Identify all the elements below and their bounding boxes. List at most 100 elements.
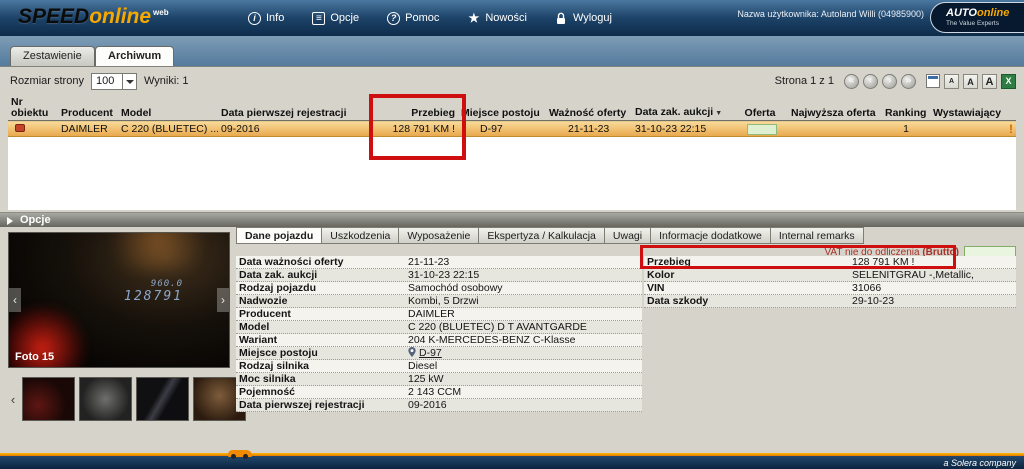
font-size-medium-button[interactable]: A (963, 74, 978, 89)
photo-prev-button[interactable]: ‹ (9, 288, 21, 312)
font-size-large-button[interactable]: A (982, 74, 997, 89)
detail-row-vin: VIN31066 (644, 282, 1016, 295)
tab-zestawienie[interactable]: Zestawienie (10, 46, 95, 66)
photo-thumbnail-1[interactable] (22, 377, 75, 421)
photo-thumbnail-2[interactable] (79, 377, 132, 421)
detail-row-nadwozie: NadwozieKombi, 5 Drzwi (236, 295, 642, 308)
detail-row-wariant: Wariant204 K-MERCEDES-BENZ C-Klasse (236, 334, 642, 347)
table-header-row: Nr obiektu Producent Model Data pierwsze… (8, 97, 1016, 121)
col-header-miejsce-postoju[interactable]: Miejsce postoju (458, 108, 546, 119)
nav-wyloguj[interactable]: Wyloguj (555, 12, 612, 25)
details-left-column: Data ważności oferty21-11-23 Data zak. a… (236, 256, 642, 412)
cell-nr-obiektu (8, 123, 58, 135)
cell-data-zak-aukcji: 31-10-23 22:15 (632, 123, 732, 135)
username-label: Nazwa użytkownika: Autoland Willi (04985… (737, 9, 924, 19)
detail-tabs: Dane pojazdu Uszkodzenia Wyposażenie Eks… (236, 227, 864, 244)
detail-row-producent: ProducentDAIMLER (236, 308, 642, 321)
font-size-small-button[interactable]: A (944, 74, 959, 89)
page-size-select[interactable]: 100 (91, 73, 137, 90)
tab-ekspertyza-kalkulacja[interactable]: Ekspertyza / Kalkulacja (479, 227, 605, 244)
object-type-icon (15, 124, 25, 132)
odometer-bottom: 128791 (97, 289, 183, 304)
col-header-najwyzsza-oferta[interactable]: Najwyższa oferta (788, 108, 882, 119)
tab-dane-pojazdu[interactable]: Dane pojazdu (236, 227, 322, 244)
toolbar-left: Rozmiar strony 100 Wyniki: 1 (10, 72, 189, 90)
detail-panel: 960.0 128791 Foto 15 ‹ › ‹ Dane pojazdu … (0, 227, 1024, 453)
table-body-empty (8, 137, 1016, 210)
toolbar-right: Strona 1 z 1 « ‹ › » A A A X (775, 72, 1016, 90)
window-icon[interactable] (926, 74, 940, 88)
tab-informacje-dodatkowe[interactable]: Informacje dodatkowe (651, 227, 771, 244)
photo-thumbnail-3[interactable] (136, 377, 189, 421)
col-header-oferta[interactable]: Oferta (732, 108, 788, 119)
options-bar-label: Opcje (20, 214, 51, 226)
footer: a Solera company (0, 456, 1024, 469)
app-logo: SPEEDonlineweb (18, 5, 169, 29)
cell-przebieg: 128 791 KM ! (368, 123, 458, 135)
nav-nowosci-label: Nowości (485, 12, 527, 24)
car-icon (228, 449, 252, 459)
tab-uwagi[interactable]: Uwagi (605, 227, 651, 244)
col-header-model[interactable]: Model (118, 108, 218, 119)
col-header-producent[interactable]: Producent (58, 108, 118, 119)
tab-internal-remarks[interactable]: Internal remarks (771, 227, 864, 244)
oferta-value-box (747, 124, 777, 135)
detail-row-data-waznosci-oferty: Data ważności oferty21-11-23 (236, 256, 642, 269)
col-header-ranking[interactable]: Ranking (882, 108, 930, 119)
logo-online: online (89, 5, 151, 28)
tab-archiwum[interactable]: Archiwum (95, 46, 174, 66)
main-tabstrip: Zestawienie Archiwum (0, 36, 1024, 67)
detail-row-data-zak-aukcji: Data zak. aukcji31-10-23 22:15 (236, 269, 642, 282)
options-bar[interactable]: Opcje (0, 212, 1024, 227)
logo-web: web (153, 8, 169, 17)
photo-next-button[interactable]: › (217, 288, 229, 312)
detail-row-model: ModelC 220 (BLUETEC) D T AVANTGARDE (236, 321, 642, 334)
location-link[interactable]: D-97 (419, 347, 442, 359)
cell-producent: DAIMLER (58, 123, 118, 135)
results-count-label: Wyniki: 1 (144, 75, 189, 87)
nav-opcje-label: Opcje (330, 12, 359, 24)
tab-wyposazenie[interactable]: Wyposażenie (399, 227, 479, 244)
main-nav: i Info ≡ Opcje ? Pomoc ★ Nowości Wyloguj (248, 0, 612, 36)
autoonline-wordmark: AUTOonline (946, 7, 1020, 19)
padlock-icon (555, 12, 568, 25)
tab-uszkodzenia[interactable]: Uszkodzenia (322, 227, 399, 244)
cell-wystawiajacy: ! (930, 122, 1016, 136)
help-icon: ? (387, 12, 400, 25)
cell-miejsce-postoju: D-97 (458, 123, 546, 135)
col-header-data-zak-aukcji[interactable]: Data zak. aukcji▼ (632, 107, 732, 119)
col-header-data-pierwszej-rejestracji[interactable]: Data pierwszej rejestracji (218, 108, 368, 119)
nav-info[interactable]: i Info (248, 12, 284, 25)
sort-desc-icon: ▼ (715, 110, 722, 117)
col-header-wystawiajacy[interactable]: Wystawiający (930, 108, 1016, 119)
thumbs-prev-icon[interactable]: ‹ (8, 392, 18, 407)
table-row[interactable]: DAIMLER C 220 (BLUETEC) ... 09-2016 128 … (8, 121, 1016, 137)
odometer-top: 960.0 (97, 279, 183, 289)
col-header-waznosc-oferty[interactable]: Ważność oferty (546, 108, 632, 119)
col-header-przebieg[interactable]: Przebieg (368, 108, 458, 119)
next-page-button[interactable]: › (882, 74, 897, 89)
nav-nowosci[interactable]: ★ Nowości (467, 12, 527, 25)
details-right-column: Przebieg128 791 KM ! KolorSELENITGRAU -,… (644, 256, 1016, 308)
map-pin-icon (408, 347, 416, 360)
first-page-button[interactable]: « (844, 74, 859, 89)
autoonline-badge: AUTOonline The Value Experts (930, 2, 1024, 33)
detail-row-rodzaj-pojazdu: Rodzaj pojazduSamochód osobowy (236, 282, 642, 295)
cell-model: C 220 (BLUETEC) ... (118, 123, 218, 135)
cell-oferta (732, 123, 788, 135)
nav-pomoc-label: Pomoc (405, 12, 439, 24)
info-icon: i (248, 12, 261, 25)
logo-speed: SPEED (18, 5, 89, 28)
nav-pomoc[interactable]: ? Pomoc (387, 12, 439, 25)
page-size-label: Rozmiar strony (10, 75, 84, 87)
results-toolbar: Rozmiar strony 100 Wyniki: 1 Strona 1 z … (10, 72, 1016, 92)
prev-page-button[interactable]: ‹ (863, 74, 878, 89)
photo-main[interactable]: 960.0 128791 Foto 15 ‹ › (8, 232, 230, 368)
nav-opcje[interactable]: ≡ Opcje (312, 12, 359, 25)
brand-auto: AUTO (946, 7, 977, 19)
nav-info-label: Info (266, 12, 284, 24)
col-header-nr-obiektu[interactable]: Nr obiektu (8, 97, 58, 119)
detail-row-moc-silnika: Moc silnika125 kW (236, 373, 642, 386)
last-page-button[interactable]: » (901, 74, 916, 89)
export-excel-icon[interactable]: X (1001, 74, 1016, 89)
